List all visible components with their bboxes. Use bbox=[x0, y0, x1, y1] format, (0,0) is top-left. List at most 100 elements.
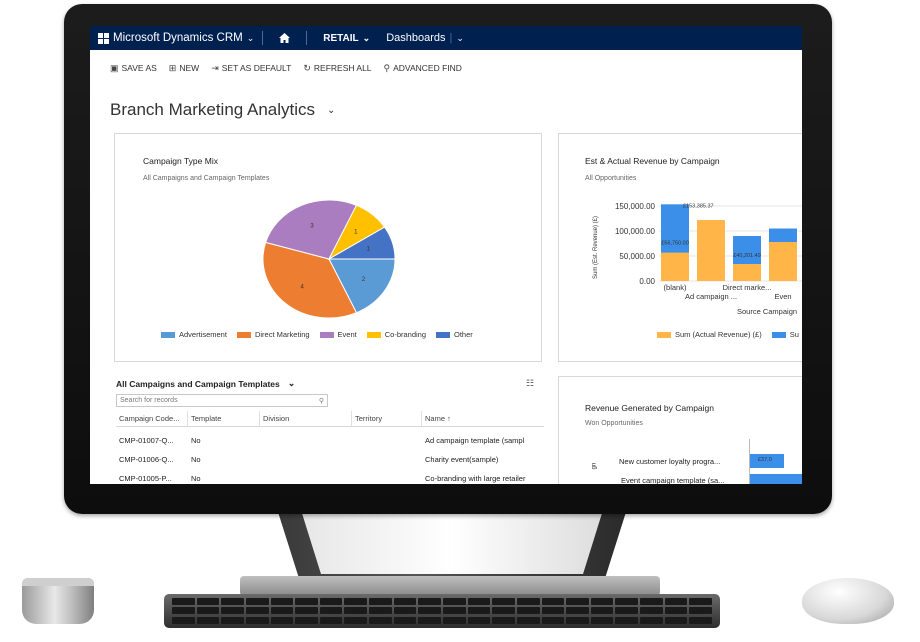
cell-name[interactable]: Co-branding with large retailer bbox=[422, 474, 544, 483]
cell-template: No bbox=[191, 455, 201, 464]
legend-item-direct-marketing[interactable]: Direct Marketing bbox=[236, 330, 310, 339]
nav-divider bbox=[306, 31, 308, 45]
legend-item-advertisement[interactable]: Advertisement bbox=[161, 330, 227, 339]
save-as-label: SAVE AS bbox=[121, 63, 157, 73]
save-as-button[interactable]: ▣ SAVE AS bbox=[110, 63, 157, 74]
cell-name[interactable]: Ad campaign template (sampl bbox=[422, 436, 544, 445]
chart-title: Est & Actual Revenue by Campaign bbox=[585, 156, 720, 166]
legend-swatch bbox=[236, 331, 251, 338]
x-tick-label: Direct marke... bbox=[723, 283, 772, 292]
x-tick-label: Ad campaign ... bbox=[685, 292, 737, 301]
legend-label: Co-branding bbox=[384, 330, 427, 339]
cell-code: CMP-01006-Q... bbox=[119, 455, 174, 464]
y-tick-label: 150,000.00 bbox=[615, 202, 656, 211]
home-button[interactable] bbox=[271, 33, 298, 43]
pie-legend: Advertisement Direct Marketing Event Co-… bbox=[161, 330, 473, 339]
brand-menu[interactable]: Microsoft Dynamics CRM ⌄ bbox=[90, 32, 254, 44]
pin-icon: ⇥ bbox=[211, 62, 219, 73]
legend-item-est-revenue[interactable]: Su bbox=[771, 330, 799, 339]
legend-swatch bbox=[161, 331, 175, 338]
column-header-territory[interactable]: Territory bbox=[352, 411, 422, 426]
new-button[interactable]: ⊞ NEW bbox=[169, 63, 199, 74]
legend-item-co-branding[interactable]: Co-branding bbox=[366, 330, 427, 339]
dashboards-menu[interactable]: Dashboards | ⌄ bbox=[378, 32, 472, 44]
refresh-icon: ↻ bbox=[303, 62, 311, 73]
bar-chart[interactable]: Sum (Est. Revenue) (£) 0.00 50,000.00 100,0… bbox=[559, 196, 802, 326]
column-header-campaign-code[interactable]: Campaign Code... bbox=[116, 411, 188, 426]
scene: Microsoft Dynamics CRM ⌄ RETAIL ⌄ Dashbo… bbox=[0, 0, 920, 642]
mouse bbox=[802, 578, 894, 624]
y-tick-label: 0.00 bbox=[639, 277, 655, 286]
cell-code: CMP-01007-Q... bbox=[119, 436, 174, 445]
revenue-by-campaign-panel: Est & Actual Revenue by Campaign All Opp… bbox=[558, 133, 802, 362]
y-tick-label: 50,000.00 bbox=[619, 252, 655, 261]
area-menu[interactable]: RETAIL ⌄ bbox=[315, 33, 378, 44]
chart-subtitle: All Campaigns and Campaign Templates bbox=[143, 175, 270, 182]
cell-template: No bbox=[191, 474, 201, 483]
advanced-find-button[interactable]: ⚲ ADVANCED FIND bbox=[384, 63, 462, 74]
table-row[interactable]: CMP-01005-P... No Co-branding with large… bbox=[116, 469, 544, 484]
legend-item-event[interactable]: Event bbox=[319, 330, 357, 339]
bar-actual-revenue[interactable] bbox=[733, 264, 761, 281]
bar-data-label: £40,201.49 bbox=[733, 253, 761, 259]
search-placeholder: Search for records bbox=[120, 397, 178, 404]
bar-actual-revenue[interactable] bbox=[697, 220, 725, 281]
dashboard-selector[interactable]: Branch Marketing Analytics ⌄ bbox=[110, 100, 335, 120]
chart-subtitle: All Opportunities bbox=[585, 175, 637, 182]
windows-logo-icon bbox=[98, 32, 109, 44]
legend-label: Su bbox=[789, 330, 799, 339]
search-icon[interactable]: ⚲ bbox=[319, 397, 324, 405]
bar[interactable] bbox=[750, 474, 802, 484]
legend-label: Direct Marketing bbox=[254, 330, 310, 339]
x-tick-label: (blank) bbox=[664, 283, 687, 292]
grid-title: All Campaigns and Campaign Templates bbox=[116, 378, 280, 389]
bar-actual-revenue[interactable] bbox=[661, 252, 689, 281]
bar-legend: Sum (Actual Revenue) (£) Su bbox=[657, 330, 799, 339]
chevron-down-icon: ⌄ bbox=[327, 104, 336, 116]
section-label: Dashboards bbox=[386, 32, 446, 44]
y-tick-label: 100,000.00 bbox=[615, 227, 656, 236]
table-row[interactable]: CMP-01007-Q... No Ad campaign template (… bbox=[116, 431, 544, 450]
view-list-icon[interactable]: ☷ bbox=[526, 378, 534, 389]
axis-label: gn bbox=[591, 462, 598, 470]
search-input[interactable]: Search for records ⚲ bbox=[116, 394, 328, 407]
legend-item-actual-revenue[interactable]: Sum (Actual Revenue) (£) bbox=[657, 330, 762, 339]
legend-item-other[interactable]: Other bbox=[436, 330, 473, 339]
chevron-down-icon: ⌄ bbox=[246, 32, 255, 43]
pie-chart[interactable]: 24311 bbox=[115, 186, 543, 336]
home-icon bbox=[279, 33, 291, 43]
bar-actual-revenue[interactable] bbox=[769, 242, 797, 281]
bar-data-label: £153,385.37 bbox=[683, 203, 714, 209]
grid-view-selector[interactable]: All Campaigns and Campaign Templates ⌄ bbox=[116, 378, 295, 389]
refresh-all-button[interactable]: ↻ REFRESH ALL bbox=[303, 63, 371, 74]
legend-swatch bbox=[436, 331, 451, 338]
cell-name[interactable]: Charity event(sample) bbox=[422, 455, 544, 464]
keyboard bbox=[164, 594, 720, 628]
legend-swatch bbox=[771, 331, 786, 338]
command-bar: ▣ SAVE AS ⊞ NEW ⇥ SET AS DEFAULT ↻ REFRESH A… bbox=[90, 50, 802, 86]
legend-label: Advertisement bbox=[179, 330, 227, 339]
pipe-divider: | bbox=[449, 32, 453, 44]
column-header-template[interactable]: Template bbox=[188, 411, 260, 426]
chart-subtitle: Won Opportunities bbox=[585, 420, 643, 427]
set-default-label: SET AS DEFAULT bbox=[221, 63, 292, 73]
legend-swatch bbox=[657, 331, 671, 338]
top-nav: Microsoft Dynamics CRM ⌄ RETAIL ⌄ Dashbo… bbox=[90, 26, 802, 50]
chevron-down-icon: ⌄ bbox=[287, 378, 296, 388]
chart-title: Campaign Type Mix bbox=[143, 156, 218, 166]
cell-template: No bbox=[191, 436, 201, 445]
monitor-stand-inner bbox=[302, 514, 602, 574]
monitor: Microsoft Dynamics CRM ⌄ RETAIL ⌄ Dashbo… bbox=[64, 4, 832, 514]
table-row[interactable]: CMP-01006-Q... No Charity event(sample) bbox=[116, 450, 544, 469]
set-default-button[interactable]: ⇥ SET AS DEFAULT bbox=[211, 63, 291, 74]
legend-swatch bbox=[319, 331, 334, 338]
bar-data-label: £56,750.00 bbox=[661, 241, 689, 247]
column-header-name[interactable]: Name ↑ bbox=[422, 411, 544, 426]
cell-code: CMP-01005-P... bbox=[119, 474, 172, 483]
crm-screen: Microsoft Dynamics CRM ⌄ RETAIL ⌄ Dashbo… bbox=[90, 26, 802, 484]
bar-value-label: £37,0 bbox=[758, 457, 772, 463]
new-icon: ⊞ bbox=[168, 62, 177, 73]
campaign-type-mix-panel: Campaign Type Mix All Campaigns and Camp… bbox=[114, 133, 542, 362]
column-header-division[interactable]: Division bbox=[260, 411, 352, 426]
advanced-find-label: ADVANCED FIND bbox=[393, 63, 462, 73]
